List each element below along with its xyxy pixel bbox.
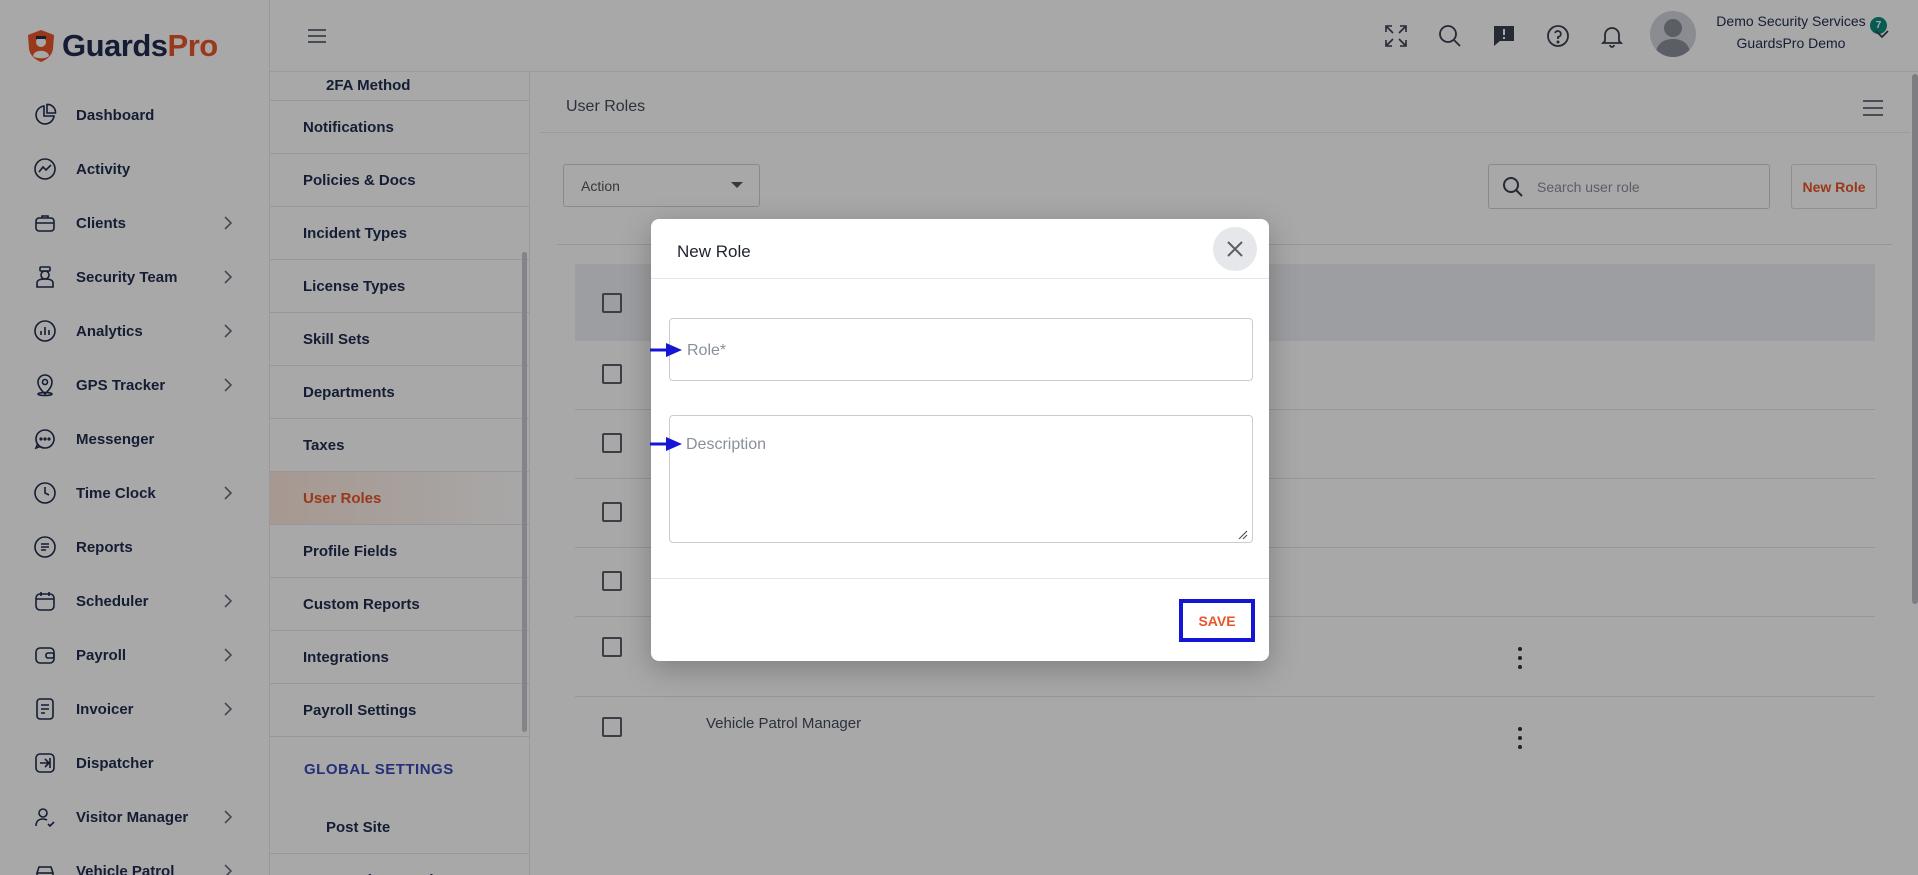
annotation-arrow-icon [650, 437, 682, 451]
save-button[interactable]: SAVE [1179, 599, 1255, 642]
role-field[interactable] [669, 318, 1253, 381]
divider [651, 578, 1269, 579]
description-field[interactable] [669, 415, 1253, 543]
dialog-title: New Role [677, 242, 751, 261]
role-input[interactable] [687, 339, 1227, 363]
new-role-dialog: New Role SAVE [651, 219, 1269, 661]
divider [651, 278, 1269, 279]
close-icon [1227, 241, 1243, 257]
close-button[interactable] [1213, 227, 1257, 271]
description-textarea[interactable] [686, 436, 1226, 526]
resize-handle-icon[interactable] [1238, 530, 1248, 540]
annotation-arrow-icon [650, 343, 682, 357]
